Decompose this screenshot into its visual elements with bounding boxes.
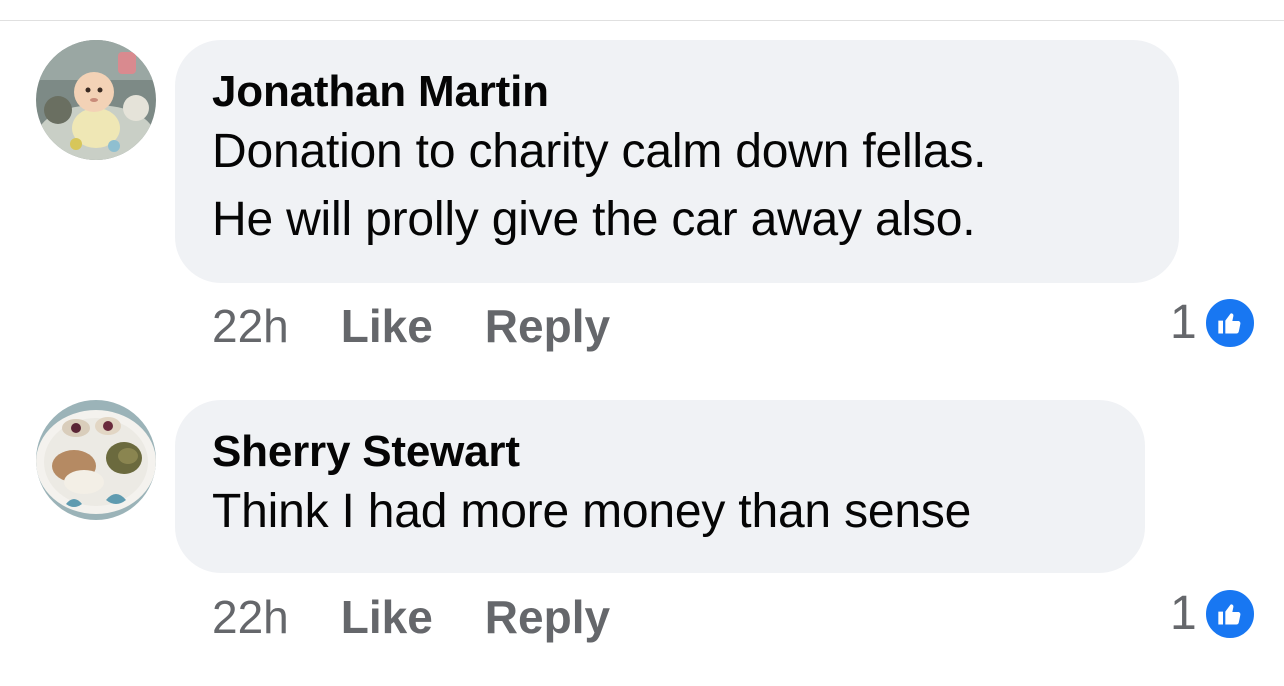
comment-bubble: Jonathan Martin Donation to charity calm… [175, 40, 1179, 283]
avatar[interactable] [36, 40, 156, 160]
thumbs-up-icon [1202, 587, 1257, 641]
comment-text-line: Donation to charity calm down fellas. [212, 125, 987, 178]
like-button[interactable]: Like [341, 299, 433, 353]
comment-author[interactable]: Jonathan Martin [212, 66, 1141, 118]
reply-button[interactable]: Reply [485, 590, 610, 644]
reply-button[interactable]: Reply [485, 299, 610, 353]
like-button[interactable]: Like [341, 590, 433, 644]
comment-text-line: Think I had more money than sense [212, 485, 972, 538]
comment-timestamp[interactable]: 22h [212, 590, 289, 644]
reaction-summary[interactable]: 1 [1170, 587, 1257, 641]
avatar-photo [36, 400, 156, 520]
reaction-count: 1 [1170, 587, 1197, 640]
comment-author[interactable]: Sherry Stewart [212, 426, 1107, 478]
avatar-photo [36, 40, 156, 160]
avatar[interactable] [36, 400, 156, 520]
comment-actions: 22h Like Reply [212, 590, 610, 644]
reaction-summary[interactable]: 1 [1170, 296, 1257, 350]
top-divider [0, 20, 1284, 21]
comment-actions: 22h Like Reply [212, 299, 610, 353]
comment-timestamp[interactable]: 22h [212, 299, 289, 353]
reaction-count: 1 [1170, 296, 1197, 349]
comment-bubble: Sherry Stewart Think I had more money th… [175, 400, 1145, 573]
thumbs-up-icon [1202, 296, 1257, 350]
comment-text-line: He will prolly give the car away also. [212, 193, 976, 246]
